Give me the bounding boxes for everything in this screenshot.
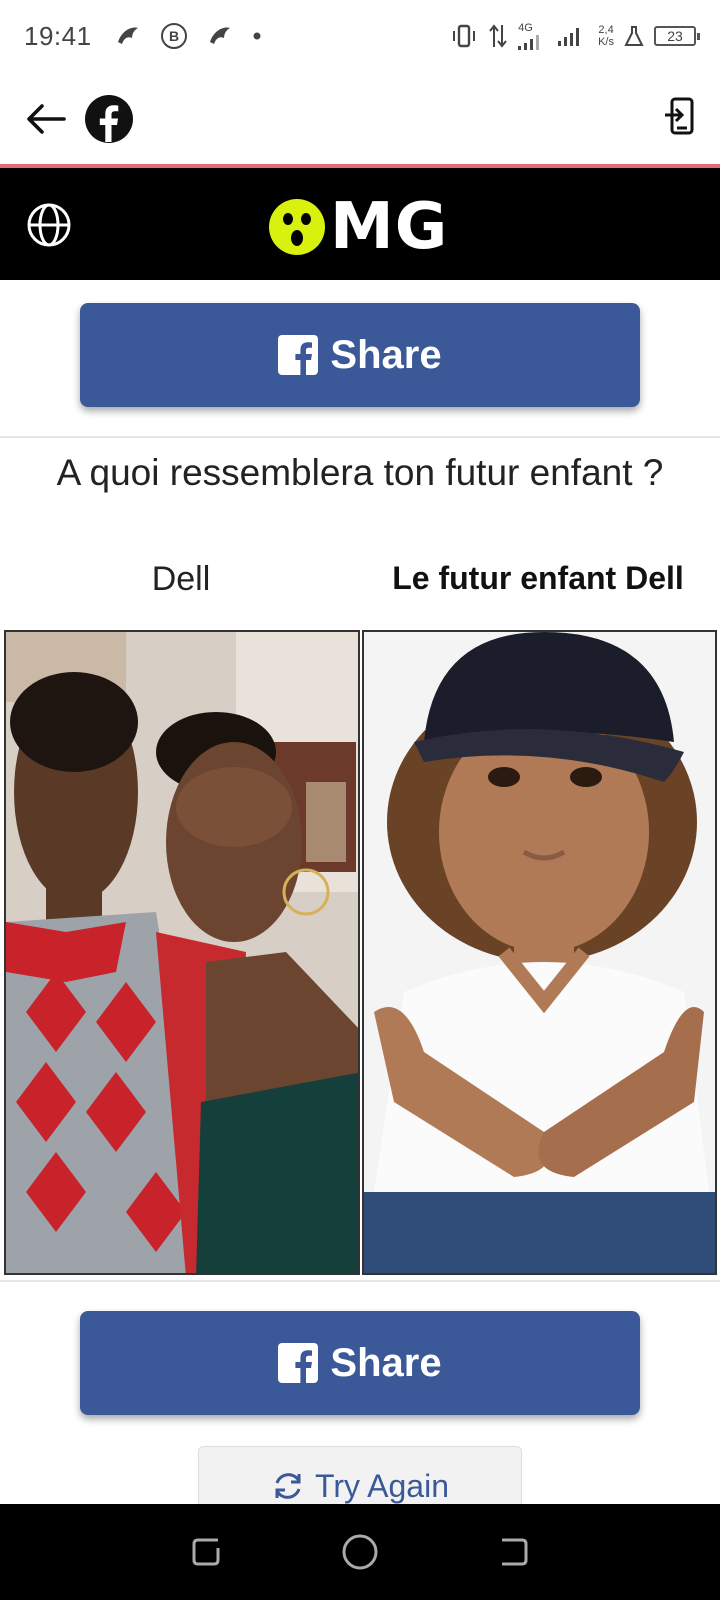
divider [0,436,720,438]
bird-notification-icon-2 [209,27,230,44]
open-external-icon[interactable] [664,97,696,137]
share-button-bottom[interactable]: Share [80,1311,640,1415]
battery-icon: 23 [654,26,700,46]
facebook-square-icon [278,1343,319,1383]
site-logo[interactable]: MG [268,190,448,264]
status-system-icons: 4G 2,4 K/s 23 [450,21,700,50]
share-label: Share [330,332,442,377]
system-nav-bar [0,1504,720,1600]
logo-text: MG [330,190,449,264]
share-button-top[interactable]: Share [80,303,640,407]
parents-label: Dell [151,560,211,598]
home-icon[interactable] [341,1533,379,1571]
more-dot-icon [253,32,261,40]
refresh-icon [275,1473,301,1499]
status-time: 19:41 [24,20,92,51]
surprised-face-icon [269,199,325,255]
network-type-label: 4G [518,21,533,34]
site-header: MG [0,168,720,280]
facebook-square-icon [278,335,319,375]
speed-unit: K/s [598,36,614,48]
try-again-label: Try Again [315,1467,449,1504]
divider-bottom [0,1280,720,1282]
facebook-icon[interactable] [84,94,134,144]
app-bar [0,72,720,166]
svg-text:B: B [169,28,179,44]
globe-icon[interactable] [26,202,72,248]
vibrate-icon [453,24,476,48]
signal-bars-icon-2 [558,28,580,46]
network-speed: 2,4 K/s [598,24,614,48]
recent-apps-icon[interactable] [188,1534,224,1570]
app-bar-actions [664,97,696,142]
signal-4g: 4G [518,21,548,50]
signal-bars-icon [518,34,540,50]
share-label: Share [330,1340,442,1385]
status-notification-icons: B [114,22,262,50]
status-bar: 19:41 B 4G 2,4 K/s 23 [0,0,720,72]
child-label: Le futur enfant Dell [392,560,684,596]
child-photo [362,630,717,1275]
couple-photo [4,630,360,1275]
b-circle-notification-icon: B [160,23,187,49]
arrow-left-icon[interactable] [24,101,68,137]
back-nav-icon[interactable] [496,1534,532,1570]
data-transfer-icon [489,24,507,48]
flask-icon [624,26,644,46]
speed-value: 2,4 [598,24,614,36]
quiz-question: A quoi ressemblera ton futur enfant ? [56,452,664,493]
bird-notification-icon [117,27,138,44]
